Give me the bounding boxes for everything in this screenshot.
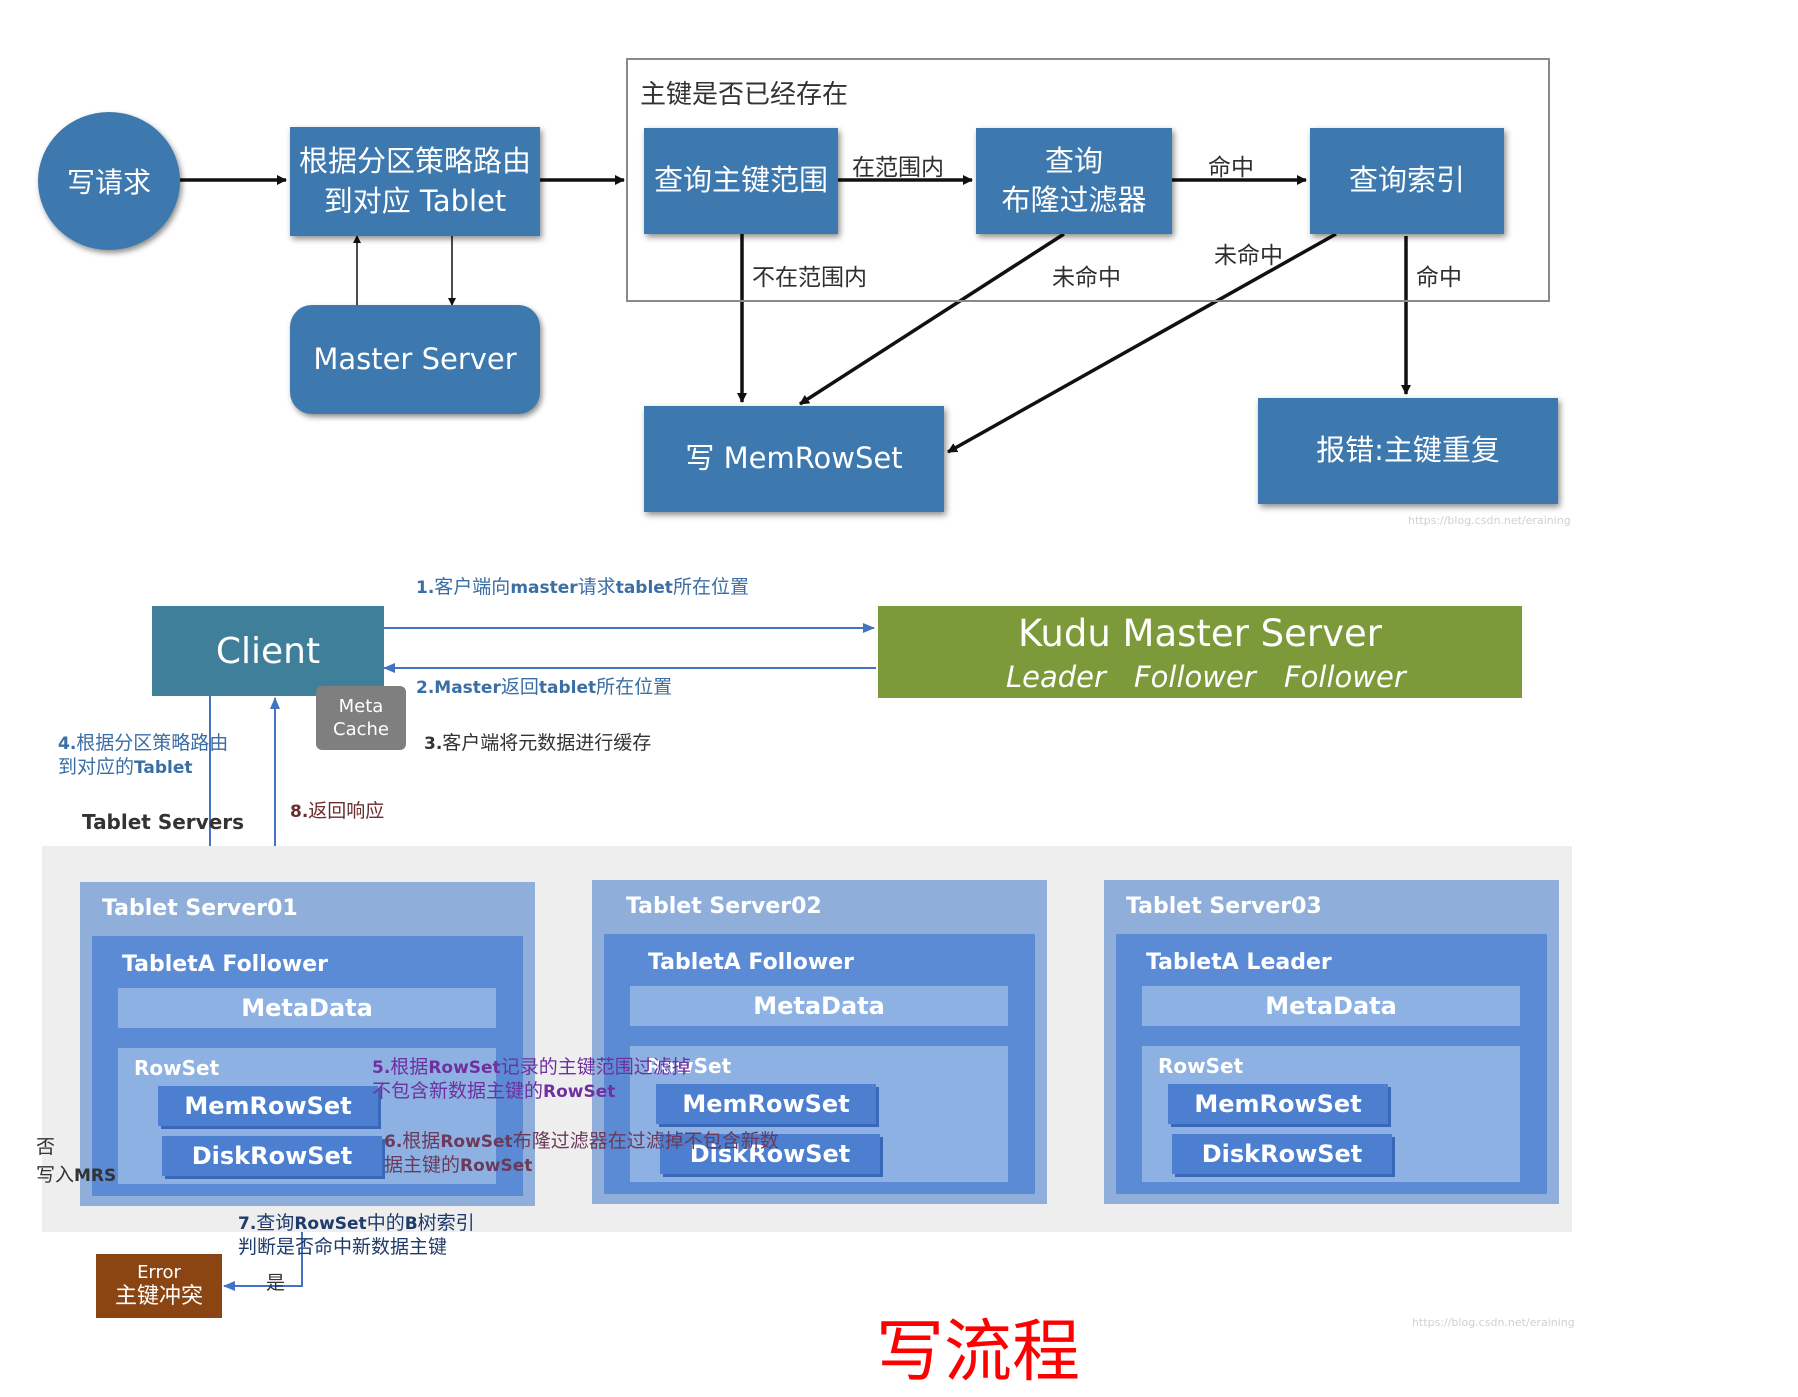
query-index-box: 查询索引 bbox=[1310, 128, 1504, 234]
diskrowset-box: DiskRowSet bbox=[162, 1136, 382, 1176]
yes-label: 是 bbox=[266, 1272, 286, 1294]
route-to-tablet-box: 根据分区策略路由 到对应 Tablet bbox=[290, 127, 540, 236]
kudu-role-follower-2: Follower bbox=[1284, 660, 1406, 694]
tablet-server-03: Tablet Server03 TabletA Leader MetaData … bbox=[1104, 880, 1559, 1204]
write-memrowset-box: 写 MemRowSet bbox=[644, 406, 944, 512]
diskrowset-box: DiskRowSet bbox=[1172, 1134, 1392, 1174]
query-range-label: 查询主键范围 bbox=[653, 163, 828, 198]
step1-label: 1.客户端向master请求tablet所在位置 bbox=[416, 576, 749, 598]
tablet-label: TabletA Follower bbox=[648, 950, 854, 975]
master-server-label: Master Server bbox=[313, 341, 517, 376]
client-label: Client bbox=[215, 630, 321, 672]
error-line1: Error bbox=[137, 1262, 181, 1283]
metadata-bar: MetaData bbox=[118, 988, 496, 1028]
no-label: 否 bbox=[36, 1136, 56, 1158]
error-line2: 主键冲突 bbox=[114, 1283, 203, 1309]
query-bloom-box: 查询 布隆过滤器 bbox=[976, 128, 1172, 234]
top-watermark: https://blog.csdn.net/eraining bbox=[1408, 514, 1571, 527]
memrowset-box: MemRowSet bbox=[158, 1086, 378, 1126]
label-miss-2: 未命中 bbox=[1214, 243, 1283, 269]
step7-label: 7.查询RowSet中的B树索引 判断是否命中新数据主键 bbox=[238, 1212, 475, 1258]
tablet-server-title: Tablet Server01 bbox=[102, 896, 298, 921]
step6-label: 6.根据RowSet布隆过滤器在过滤掉不包含新数 据主键的RowSet bbox=[384, 1130, 779, 1176]
label-not-in-range: 不在范围内 bbox=[752, 265, 867, 291]
meta-cache-box: Meta Cache bbox=[316, 686, 406, 750]
tablet-server-title: Tablet Server02 bbox=[626, 894, 822, 919]
write-memrowset-label: 写 MemRowSet bbox=[685, 441, 903, 476]
query-range-box: 查询主键范围 bbox=[644, 128, 838, 234]
route-line1: 根据分区策略路由 bbox=[298, 144, 531, 179]
rowset-label: RowSet bbox=[1158, 1054, 1244, 1078]
step5-label: 5.根据RowSet记录的主键范围过滤掉 不包含新数据主键的RowSet bbox=[372, 1056, 691, 1102]
step2-label: 2.Master返回tablet所在位置 bbox=[416, 676, 673, 698]
metadata-bar: MetaData bbox=[630, 986, 1008, 1026]
bottom-watermark: https://blog.csdn.net/eraining bbox=[1412, 1316, 1575, 1329]
meta-cache-line1: Meta bbox=[338, 695, 384, 717]
route-line2: 到对应 Tablet bbox=[323, 183, 507, 218]
query-index-label: 查询索引 bbox=[1348, 163, 1465, 198]
page-title: 写流程 bbox=[876, 1313, 1081, 1392]
label-in-range: 在范围内 bbox=[852, 155, 944, 181]
write-mrs-label: 写入MRS bbox=[36, 1164, 117, 1186]
label-hit-1: 命中 bbox=[1208, 155, 1254, 181]
error-conflict-box: Error 主键冲突 bbox=[96, 1254, 222, 1318]
rowset-box: RowSet MemRowSet DiskRowSet bbox=[1142, 1046, 1520, 1182]
meta-cache-line2: Cache bbox=[333, 719, 389, 740]
error-duplicate-box: 报错:主键重复 bbox=[1258, 398, 1558, 504]
error-duplicate-label: 报错:主键重复 bbox=[1316, 433, 1500, 468]
kudu-role-leader: Leader bbox=[1006, 660, 1106, 694]
write-request-node: 写请求 bbox=[38, 112, 180, 250]
tablet-server-title: Tablet Server03 bbox=[1126, 894, 1322, 919]
tablet-servers-label: Tablet Servers bbox=[82, 810, 245, 834]
label-hit-2: 命中 bbox=[1416, 265, 1462, 291]
step3-label: 3.客户端将元数据进行缓存 bbox=[424, 732, 652, 754]
tablet-panel: TabletA Leader MetaData RowSet MemRowSet… bbox=[1116, 934, 1547, 1194]
label-miss-1: 未命中 bbox=[1052, 265, 1121, 291]
tablet-label: TabletA Follower bbox=[122, 952, 328, 977]
client-box: Client bbox=[152, 606, 384, 696]
kudu-role-follower-1: Follower bbox=[1134, 660, 1256, 694]
kudu-master-box: Kudu Master Server Leader Follower Follo… bbox=[878, 606, 1522, 698]
step4-label: 4.根据分区策略路由 到对应的Tablet bbox=[58, 732, 229, 778]
primary-key-check-title: 主键是否已经存在 bbox=[640, 80, 849, 110]
step8-label: 8.返回响应 bbox=[290, 800, 385, 822]
memrowset-box: MemRowSet bbox=[1168, 1084, 1388, 1124]
tablet-label: TabletA Leader bbox=[1146, 950, 1332, 975]
metadata-bar: MetaData bbox=[1142, 986, 1520, 1026]
write-request-label: 写请求 bbox=[66, 166, 151, 199]
master-server-box: Master Server bbox=[290, 305, 540, 414]
kudu-master-title: Kudu Master Server bbox=[1017, 612, 1383, 655]
query-bloom-line2: 布隆过滤器 bbox=[1001, 183, 1147, 217]
rowset-label: RowSet bbox=[134, 1056, 220, 1080]
query-bloom-line1: 查询 bbox=[1044, 143, 1103, 178]
